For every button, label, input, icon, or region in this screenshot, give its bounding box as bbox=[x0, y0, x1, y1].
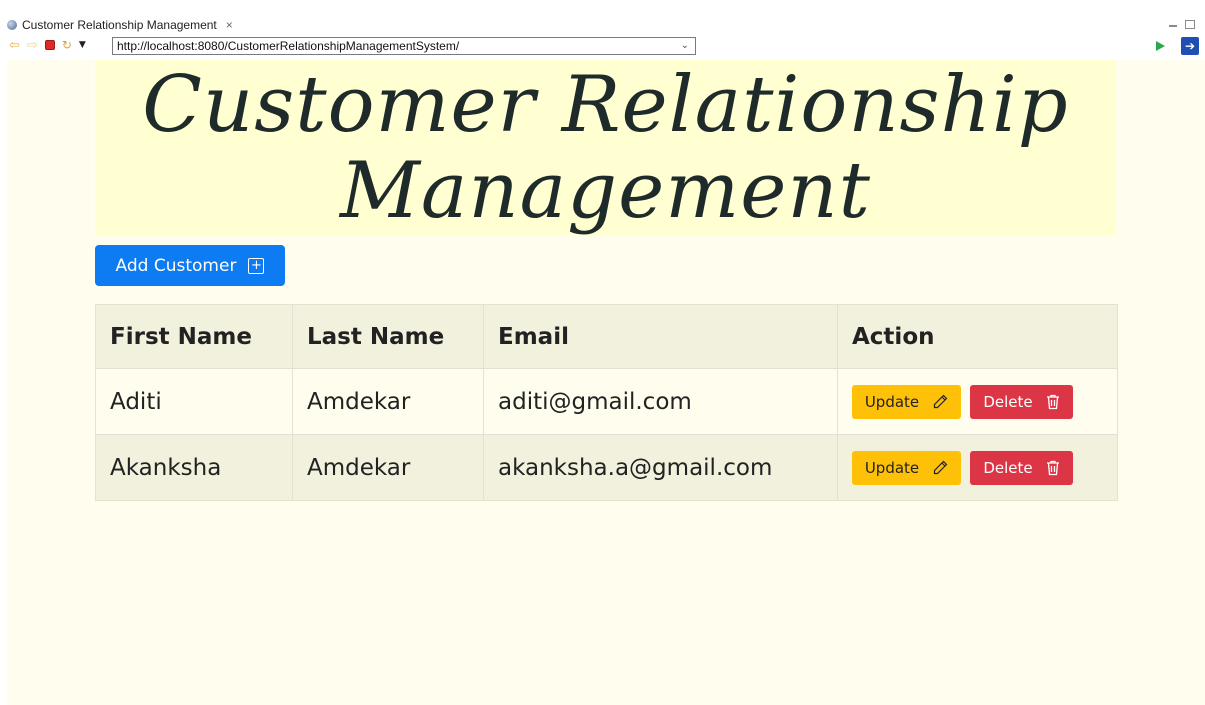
page-title: Customer Relationship Management bbox=[95, 62, 1116, 234]
tab-title: Customer Relationship Management bbox=[22, 18, 217, 32]
page-title-line1: Customer Relationship bbox=[142, 60, 1069, 150]
delete-label: Delete bbox=[983, 392, 1033, 411]
table-row: Akanksha Amdekar akanksha.a@gmail.com Up… bbox=[95, 434, 1118, 501]
open-external-icon[interactable]: ➔ bbox=[1181, 37, 1199, 55]
header-last-name: Last Name bbox=[292, 304, 484, 369]
cell-email: akanksha.a@gmail.com bbox=[483, 434, 838, 501]
header-action: Action bbox=[837, 304, 1118, 369]
window-controls bbox=[1169, 20, 1195, 29]
table-row: Aditi Amdekar aditi@gmail.com Update Del… bbox=[95, 368, 1118, 435]
row-actions: Update Delete bbox=[852, 450, 1117, 485]
minimize-icon[interactable] bbox=[1169, 22, 1177, 27]
browser-toolbar: ⇦ ⇨ ↻ ▼ http://localhost:8080/CustomerRe… bbox=[0, 33, 1205, 60]
refresh-icon[interactable]: ↻ bbox=[62, 38, 72, 52]
update-button[interactable]: Update bbox=[852, 450, 961, 485]
row-actions: Update Delete bbox=[852, 384, 1117, 419]
forward-arrow-icon[interactable]: ⇨ bbox=[27, 39, 38, 52]
url-text: http://localhost:8080/CustomerRelationsh… bbox=[117, 39, 460, 53]
maximize-icon[interactable] bbox=[1185, 20, 1195, 29]
page-title-line2: Management bbox=[340, 146, 871, 236]
delete-label: Delete bbox=[983, 458, 1033, 477]
header-first-name: First Name bbox=[95, 304, 293, 369]
cell-actions: Update Delete bbox=[837, 434, 1118, 501]
browser-tab-bar: Customer Relationship Management × bbox=[0, 0, 1205, 37]
add-customer-label: Add Customer bbox=[115, 255, 237, 276]
nav-buttons: ⇦ ⇨ ↻ ▼ bbox=[9, 38, 86, 52]
pencil-icon bbox=[932, 394, 948, 410]
stop-icon[interactable] bbox=[44, 40, 55, 50]
trash-icon bbox=[1046, 460, 1060, 476]
cell-email: aditi@gmail.com bbox=[483, 368, 838, 435]
page-content: Customer Relationship Management Add Cus… bbox=[7, 60, 1205, 705]
chevron-down-icon[interactable]: ⌄ bbox=[681, 38, 689, 54]
customer-table: First Name Last Name Email Action Aditi … bbox=[95, 304, 1118, 501]
header-email: Email bbox=[483, 304, 838, 369]
cell-first-name: Akanksha bbox=[95, 434, 293, 501]
dropdown-arrow-icon[interactable]: ▼ bbox=[79, 40, 86, 50]
delete-button[interactable]: Delete bbox=[970, 384, 1073, 419]
cell-last-name: Amdekar bbox=[292, 368, 484, 435]
page-header: Customer Relationship Management bbox=[95, 60, 1116, 235]
plus-square-icon: + bbox=[248, 257, 265, 274]
tab-close-button[interactable]: × bbox=[226, 18, 233, 32]
update-label: Update bbox=[864, 458, 920, 477]
go-icon[interactable] bbox=[1156, 41, 1165, 51]
cell-first-name: Aditi bbox=[95, 368, 293, 435]
cell-last-name: Amdekar bbox=[292, 434, 484, 501]
pencil-icon bbox=[932, 460, 948, 476]
back-arrow-icon[interactable]: ⇦ bbox=[9, 39, 20, 52]
update-label: Update bbox=[864, 392, 920, 411]
update-button[interactable]: Update bbox=[852, 384, 961, 419]
add-customer-button[interactable]: Add Customer + bbox=[95, 245, 285, 286]
delete-button[interactable]: Delete bbox=[970, 450, 1073, 485]
globe-icon bbox=[7, 20, 17, 30]
url-input[interactable]: http://localhost:8080/CustomerRelationsh… bbox=[112, 37, 696, 55]
table-header-row: First Name Last Name Email Action bbox=[95, 304, 1118, 369]
trash-icon bbox=[1046, 394, 1060, 410]
cell-actions: Update Delete bbox=[837, 368, 1118, 435]
